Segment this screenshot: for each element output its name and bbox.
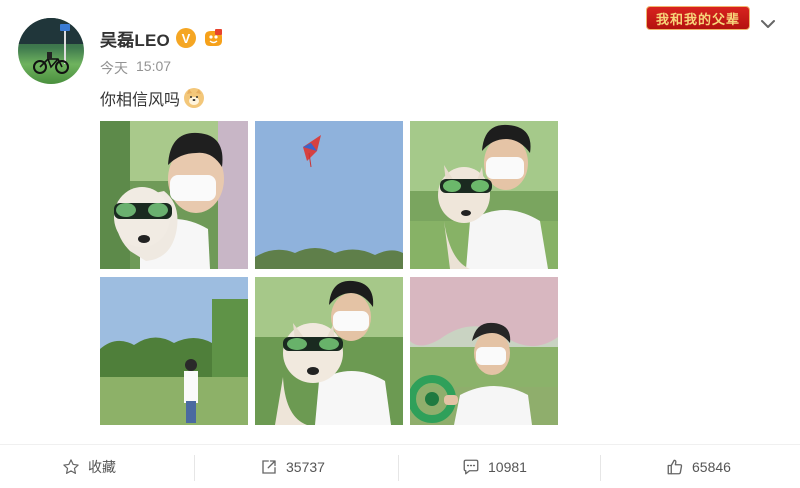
divider — [398, 455, 399, 481]
author-row: 吴磊LEO V — [100, 26, 224, 50]
divider — [600, 455, 601, 481]
promo-banner[interactable]: 我和我的父辈 — [646, 6, 750, 30]
avatar[interactable] — [18, 18, 84, 84]
weibo-post-card: 吴磊LEO V 今天 15:07 你相信风吗 我和我的父辈 — [0, 0, 800, 440]
time-prefix: 今天 — [100, 60, 128, 76]
chevron-down-icon[interactable] — [758, 14, 778, 34]
favorite-label: 收藏 — [88, 459, 116, 475]
photo-man-with-dog-2[interactable] — [410, 121, 558, 269]
favorite-button[interactable]: 收藏 — [62, 445, 116, 488]
photo-man-with-kite-reel[interactable] — [410, 277, 558, 425]
like-count: 65846 — [692, 459, 731, 475]
action-bar: 收藏 35737 10981 65846 — [0, 444, 800, 488]
repost-button[interactable]: 35737 — [260, 445, 325, 488]
photo-man-with-dog-1[interactable] — [100, 121, 248, 269]
star-icon — [63, 459, 79, 474]
post-time[interactable]: 今天 15:07 — [100, 58, 171, 78]
photo-kite-sky[interactable] — [255, 121, 403, 269]
thumbs-up-icon — [667, 459, 683, 475]
post-text-body: 你相信风吗 — [100, 92, 181, 109]
time-value: 15:07 — [136, 58, 172, 74]
username[interactable]: 吴磊LEO — [100, 26, 170, 51]
repost-count: 35737 — [286, 459, 325, 475]
post-text: 你相信风吗 — [100, 86, 205, 110]
doge-emoji-icon — [184, 88, 205, 108]
comment-button[interactable]: 10981 — [462, 445, 527, 488]
bicycle-icon — [33, 52, 69, 74]
like-button[interactable]: 65846 — [666, 445, 731, 488]
verified-v-icon: V — [175, 28, 196, 48]
photo-man-with-dog-3[interactable] — [255, 277, 403, 425]
photo-man-in-field[interactable] — [100, 277, 248, 425]
comment-count: 10981 — [488, 459, 527, 475]
share-icon — [262, 460, 276, 474]
level-badge-icon — [202, 28, 224, 48]
comment-icon — [463, 459, 479, 475]
promo-text: 我和我的父辈 — [655, 12, 740, 28]
photo-grid — [100, 121, 558, 425]
divider — [194, 455, 195, 481]
